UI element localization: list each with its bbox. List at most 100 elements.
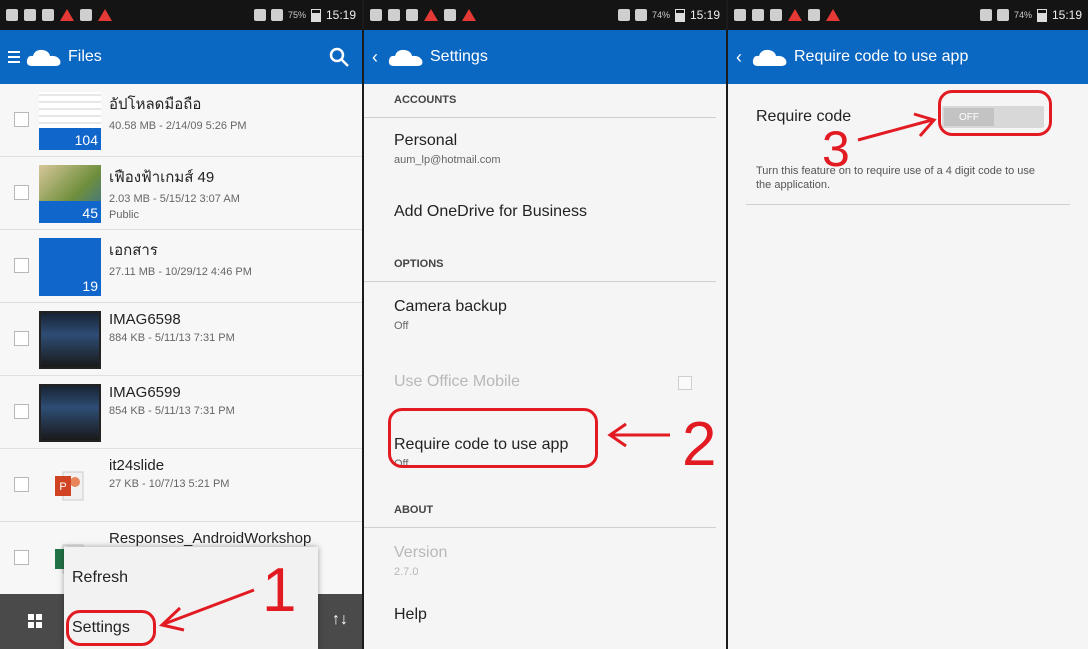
annotation-step-3: 3 bbox=[822, 121, 850, 177]
battery-icon bbox=[674, 8, 685, 22]
file-checkbox[interactable] bbox=[14, 404, 29, 419]
setting-subtitle: Off bbox=[394, 320, 409, 332]
signal-icon bbox=[634, 9, 647, 21]
file-thumbnail bbox=[39, 311, 101, 369]
settings-screen: 74% 15:19 ‹ Settings ACCOUNTS Personal a… bbox=[364, 0, 726, 649]
setting-subtitle: aum_lp@hotmail.com bbox=[394, 154, 501, 166]
annotation-circle bbox=[938, 90, 1052, 136]
setting-title: Personal bbox=[394, 132, 458, 149]
settings-app-bar[interactable]: ‹ Settings bbox=[364, 30, 726, 84]
file-meta: 884 KB - 5/11/13 7:31 PM bbox=[109, 332, 235, 344]
require-code-app-bar[interactable]: ‹ Require code to use app bbox=[728, 30, 1088, 84]
warning-icon bbox=[424, 9, 438, 21]
alarm-icon bbox=[617, 9, 630, 21]
notification-icon bbox=[24, 9, 36, 21]
file-checkbox[interactable] bbox=[14, 112, 29, 127]
onedrive-cloud-icon bbox=[752, 49, 787, 66]
file-checkbox[interactable] bbox=[14, 477, 29, 492]
setting-title: Help bbox=[394, 606, 427, 623]
warning-icon bbox=[826, 9, 840, 21]
setting-help[interactable]: Help bbox=[364, 598, 726, 649]
powerpoint-icon: P bbox=[55, 471, 84, 501]
notification-icon bbox=[406, 9, 418, 21]
search-icon[interactable] bbox=[328, 46, 350, 68]
file-row[interactable]: 104 อัปโหลดมือถือ 40.58 MB - 2/14/09 5:2… bbox=[0, 84, 362, 157]
setting-title: Add OneDrive for Business bbox=[394, 203, 587, 220]
clock: 15:19 bbox=[325, 8, 356, 22]
menu-icon[interactable] bbox=[8, 51, 20, 63]
file-checkbox[interactable] bbox=[14, 258, 29, 273]
notification-icon bbox=[388, 9, 400, 21]
office-mobile-checkbox bbox=[678, 376, 692, 390]
status-bar: 74% 15:19 bbox=[728, 0, 1088, 30]
section-header-accounts: ACCOUNTS bbox=[364, 84, 716, 118]
item-count: 19 bbox=[82, 278, 98, 294]
files-app-bar: Files bbox=[0, 30, 362, 84]
setting-camera-backup[interactable]: Camera backup Off bbox=[364, 282, 726, 358]
file-row[interactable]: P it24slide 27 KB - 10/7/13 5:21 PM bbox=[0, 449, 362, 522]
file-row[interactable]: 45 เฟืองฟ้าเกมส์ 49 2.03 MB - 5/15/12 3:… bbox=[0, 157, 362, 230]
battery-percent: 74% bbox=[1013, 10, 1032, 20]
file-meta: 2.03 MB - 5/15/12 3:07 AM bbox=[109, 193, 240, 205]
notification-icon bbox=[6, 9, 18, 21]
status-bar: 75% 15:19 bbox=[0, 0, 362, 30]
notification-icon bbox=[444, 9, 456, 21]
annotation-step-1: 1 bbox=[262, 556, 297, 625]
clock: 15:19 bbox=[1051, 8, 1082, 22]
file-checkbox[interactable] bbox=[14, 331, 29, 346]
annotation-circle bbox=[66, 610, 156, 646]
file-thumbnail: 104 bbox=[39, 92, 101, 150]
file-row[interactable]: IMAG6598 884 KB - 5/11/13 7:31 PM bbox=[0, 303, 362, 376]
clock: 15:19 bbox=[689, 8, 720, 22]
file-checkbox[interactable] bbox=[14, 185, 29, 200]
item-count: 45 bbox=[82, 205, 98, 221]
require-code-screen: 74% 15:19 ‹ Require code to use app Requ… bbox=[728, 0, 1088, 649]
page-title: Require code to use app bbox=[794, 48, 969, 65]
alarm-icon bbox=[253, 9, 266, 21]
section-header-about: ABOUT bbox=[364, 494, 716, 528]
file-name: เฟืองฟ้าเกมส์ 49 bbox=[109, 169, 215, 186]
battery-icon bbox=[1036, 8, 1047, 22]
file-name: IMAG6599 bbox=[109, 384, 181, 401]
svg-text:P: P bbox=[59, 481, 66, 493]
setting-title: Version bbox=[394, 544, 448, 561]
refresh-menu-item[interactable]: Refresh bbox=[72, 569, 128, 587]
divider bbox=[746, 204, 1070, 205]
back-chevron-icon[interactable]: ‹ bbox=[372, 47, 378, 68]
signal-icon bbox=[270, 9, 283, 21]
page-title: Files bbox=[68, 48, 102, 65]
file-name: Responses_AndroidWorkshop bbox=[109, 530, 312, 547]
battery-percent: 75% bbox=[287, 10, 306, 20]
setting-version: Version 2.7.0 bbox=[364, 528, 726, 598]
warning-icon bbox=[462, 9, 476, 21]
battery-icon bbox=[310, 8, 321, 22]
require-code-description: Turn this feature on to require use of a… bbox=[756, 165, 1036, 192]
annotation-step-2: 2 bbox=[682, 410, 717, 479]
onedrive-cloud-icon bbox=[26, 49, 61, 66]
setting-personal-account[interactable]: Personal aum_lp@hotmail.com bbox=[364, 118, 726, 192]
setting-title: Use Office Mobile bbox=[394, 373, 520, 390]
file-name: it24slide bbox=[109, 457, 165, 474]
section-header-options: OPTIONS bbox=[364, 248, 716, 282]
item-count: 104 bbox=[74, 132, 98, 148]
file-name: IMAG6598 bbox=[109, 311, 181, 328]
grid-view-icon[interactable] bbox=[28, 614, 42, 628]
setting-add-onedrive-business[interactable]: Add OneDrive for Business bbox=[364, 192, 726, 248]
file-name: อัปโหลดมือถือ bbox=[109, 96, 202, 113]
file-row[interactable]: IMAG6599 854 KB - 5/11/13 7:31 PM bbox=[0, 376, 362, 449]
page-title: Settings bbox=[430, 48, 488, 65]
back-chevron-icon[interactable]: ‹ bbox=[736, 47, 742, 68]
notification-icon bbox=[808, 9, 820, 21]
file-thumbnail bbox=[39, 384, 101, 442]
sort-icon[interactable]: ↑↓ bbox=[332, 611, 348, 629]
notification-icon bbox=[80, 9, 92, 21]
file-row[interactable]: 19 เอกสาร 27.11 MB - 10/29/12 4:46 PM bbox=[0, 230, 362, 303]
alarm-icon bbox=[979, 9, 992, 21]
setting-title: Camera backup bbox=[394, 298, 507, 315]
status-bar: 74% 15:19 bbox=[364, 0, 726, 30]
notification-icon bbox=[42, 9, 54, 21]
files-screen: 75% 15:19 Files 104 อัปโหลดมือถือ 40.58 … bbox=[0, 0, 362, 649]
setting-subtitle: 2.7.0 bbox=[394, 566, 419, 578]
file-checkbox[interactable] bbox=[14, 550, 29, 565]
warning-icon bbox=[60, 9, 74, 21]
